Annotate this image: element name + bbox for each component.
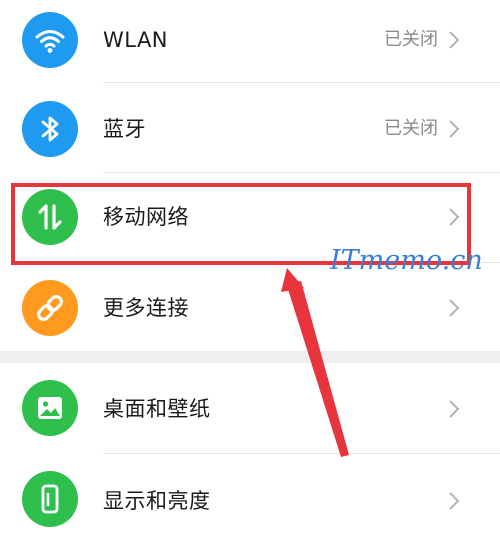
chevron-right-icon <box>449 31 460 49</box>
status-text: 已关闭 <box>384 118 438 139</box>
watermark: ITmemo.cn <box>330 245 483 276</box>
bluetooth-icon <box>22 101 78 157</box>
link-icon <box>22 280 78 336</box>
settings-item-label: 蓝牙 <box>103 117 146 141</box>
status-text: 已关闭 <box>384 29 438 50</box>
chevron-right-icon <box>449 208 460 226</box>
display-icon <box>22 471 78 527</box>
chevron-right-icon <box>449 299 460 317</box>
section-divider <box>0 351 500 363</box>
wallpaper-icon <box>22 380 78 436</box>
settings-item-label: 移动网络 <box>103 205 189 229</box>
chevron-right-icon <box>449 400 460 418</box>
settings-item-label: 更多连接 <box>103 296 189 320</box>
wifi-icon <box>22 12 78 68</box>
settings-item-desktop-wallpaper[interactable]: 桌面和壁纸 <box>0 363 500 453</box>
settings-item-label: 桌面和壁纸 <box>103 397 211 421</box>
settings-item-label: WLAN <box>103 28 169 52</box>
settings-item-bluetooth[interactable]: 蓝牙 已关闭 <box>0 83 500 173</box>
chevron-right-icon <box>449 120 460 138</box>
chevron-right-icon <box>449 492 460 510</box>
mobile-data-icon <box>22 189 78 245</box>
settings-item-wlan[interactable]: WLAN 已关闭 <box>0 0 500 90</box>
settings-item-label: 显示和亮度 <box>103 489 211 513</box>
settings-item-display-brightness[interactable]: 显示和亮度 <box>0 454 500 544</box>
